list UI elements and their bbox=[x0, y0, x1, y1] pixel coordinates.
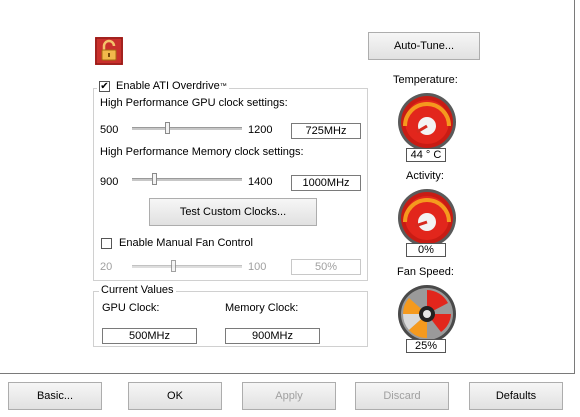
manual-fan-label: Enable Manual Fan Control bbox=[119, 237, 253, 249]
current-values-title: Current Values bbox=[99, 284, 176, 296]
overdrive-legend: ✔ Enable ATI Overdrive ™ bbox=[97, 80, 229, 92]
temperature-value: 44 ° C bbox=[406, 148, 446, 162]
memory-slider-track[interactable] bbox=[132, 178, 242, 181]
gpu-slider-max: 1200 bbox=[248, 124, 273, 136]
fan-gauge-value: 25% bbox=[406, 339, 446, 353]
apply-button: Apply bbox=[242, 382, 336, 410]
memory-clock-heading: High Performance Memory clock settings: bbox=[100, 146, 304, 158]
discard-button: Discard bbox=[355, 382, 449, 410]
current-memory-value: 900MHz bbox=[225, 328, 320, 344]
activity-gauge-icon bbox=[398, 189, 456, 247]
fan-speed-value: 50% bbox=[291, 259, 361, 275]
activity-value: 0% bbox=[406, 243, 446, 257]
fan-slider-track bbox=[132, 265, 242, 268]
gpu-clock-value[interactable]: 725MHz bbox=[291, 123, 361, 139]
fan-gauge-icon bbox=[398, 285, 456, 343]
memory-slider-min: 900 bbox=[100, 176, 119, 188]
current-memory-label: Memory Clock: bbox=[225, 302, 299, 314]
fan-speed-label: Fan Speed: bbox=[397, 266, 454, 278]
temperature-gauge-icon bbox=[398, 93, 456, 151]
ok-button[interactable]: OK bbox=[128, 382, 222, 410]
temperature-label: Temperature: bbox=[393, 74, 458, 86]
manual-fan-checkbox[interactable] bbox=[101, 238, 112, 249]
fan-slider-thumb bbox=[171, 260, 177, 272]
current-gpu-value: 500MHz bbox=[102, 328, 197, 344]
enable-overdrive-label: Enable ATI Overdrive bbox=[116, 80, 220, 92]
defaults-button[interactable]: Defaults bbox=[469, 382, 563, 410]
trademark-mark: ™ bbox=[219, 82, 227, 90]
gpu-clock-heading: High Performance GPU clock settings: bbox=[100, 97, 288, 109]
activity-label: Activity: bbox=[406, 170, 444, 182]
test-custom-clocks-button[interactable]: Test Custom Clocks... bbox=[149, 198, 317, 226]
gpu-slider-min: 500 bbox=[100, 124, 119, 136]
gpu-slider-thumb[interactable] bbox=[165, 122, 171, 134]
fan-slider-min: 20 bbox=[100, 261, 113, 273]
gpu-slider-track[interactable] bbox=[132, 127, 242, 130]
basic-button[interactable]: Basic... bbox=[8, 382, 102, 410]
lock-icon[interactable] bbox=[95, 37, 123, 65]
fan-slider-max: 100 bbox=[248, 261, 267, 273]
current-gpu-label: GPU Clock: bbox=[102, 302, 160, 314]
memory-slider-thumb[interactable] bbox=[152, 173, 157, 185]
auto-tune-button[interactable]: Auto-Tune... bbox=[368, 32, 480, 60]
enable-overdrive-checkbox[interactable]: ✔ bbox=[99, 80, 110, 92]
memory-clock-value[interactable]: 1000MHz bbox=[291, 175, 361, 191]
memory-slider-max: 1400 bbox=[248, 176, 273, 188]
